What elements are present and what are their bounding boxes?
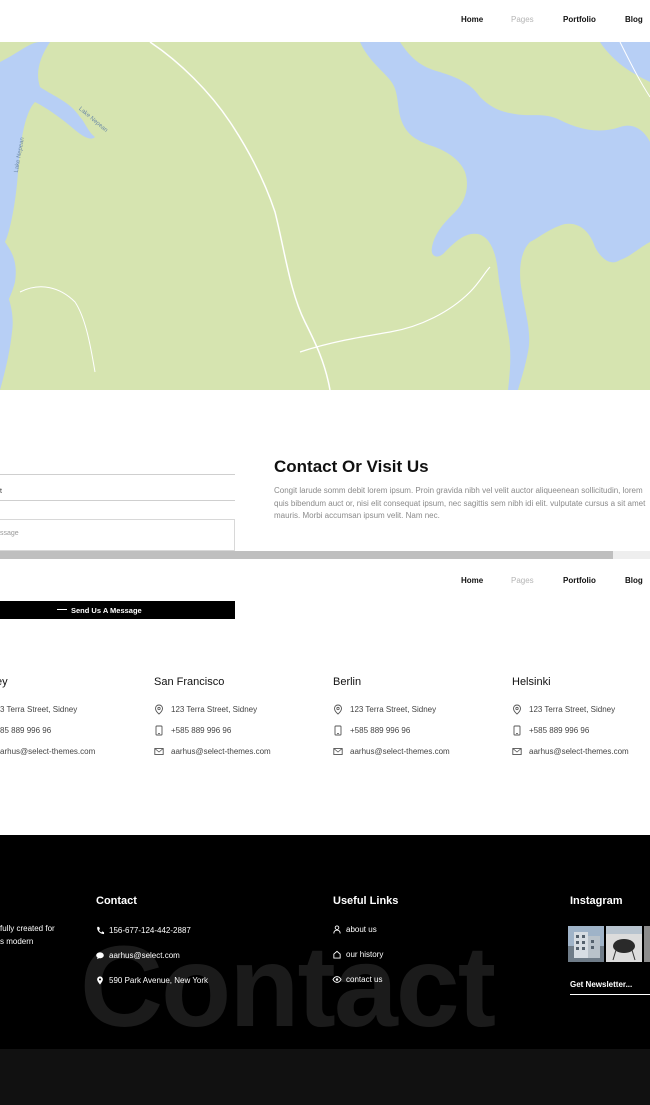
footer-contact-heading: Contact: [96, 895, 137, 907]
mail-icon: [154, 748, 164, 755]
office-email[interactable]: aarhus@select-themes.com: [350, 747, 450, 756]
location-pin-icon: [513, 704, 521, 715]
footer-address: 590 Park Avenue, New York: [109, 976, 209, 985]
message-textarea[interactable]: [0, 519, 235, 551]
send-message-button[interactable]: Send Us A Message: [0, 601, 235, 619]
office-address: 3 Terra Street, Sidney: [0, 705, 78, 714]
footer-link-contact[interactable]: contact us: [346, 975, 382, 984]
location-pin-icon: [155, 704, 163, 715]
instagram-photo-building[interactable]: [568, 926, 604, 962]
location-pin-icon: [334, 704, 342, 715]
office-san-francisco: San Francisco 123 Terra Street, Sidney +…: [154, 676, 324, 768]
subject-field-value[interactable]: t: [0, 488, 2, 495]
newsletter-input[interactable]: Get Newsletter...: [570, 980, 632, 989]
horizontal-scrollbar[interactable]: [0, 551, 650, 559]
office-city: San Francisco: [154, 676, 225, 688]
footer: Contact fully created for s modern Conta…: [0, 835, 650, 1105]
mail-icon: [512, 748, 522, 755]
office-address: 123 Terra Street, Sidney: [529, 705, 616, 714]
location-pin-icon: [97, 976, 103, 985]
phone-icon: [513, 725, 521, 736]
form-field-underline[interactable]: [0, 474, 235, 475]
send-message-label: Send Us A Message: [71, 605, 142, 615]
subject-field-underline[interactable]: [0, 500, 235, 501]
footer-link-history[interactable]: our history: [346, 950, 383, 959]
footer-instagram-heading: Instagram: [570, 895, 623, 907]
footer-links-heading: Useful Links: [333, 895, 399, 907]
office-address: 123 Terra Street, Sidney: [350, 705, 437, 714]
map-graphic: [0, 42, 650, 390]
nav-portfolio[interactable]: Portfolio: [563, 15, 596, 24]
office-phone: +585 889 996 96: [529, 726, 590, 735]
footer-email[interactable]: aarhus@select.com: [109, 951, 180, 960]
office-address: 123 Terra Street, Sidney: [171, 705, 258, 714]
chat-icon: [96, 952, 104, 960]
footer-phone[interactable]: 156-677-124-442-2887: [109, 926, 191, 935]
office-berlin: Berlin 123 Terra Street, Sidney +585 889…: [333, 676, 503, 768]
home-icon: [333, 950, 341, 959]
office-helsinki: Helsinki 123 Terra Street, Sidney +585 8…: [512, 676, 650, 768]
phone-icon: [155, 725, 163, 736]
office-sydney: ey 3 Terra Street, Sidney 85 889 996 96 …: [0, 676, 166, 768]
contact-description: Congit larude somm debit lorem ipsum. Pr…: [274, 486, 646, 520]
phone-icon: [334, 725, 342, 736]
sticky-nav-blog[interactable]: Blog: [625, 576, 643, 585]
office-city: Berlin: [333, 676, 362, 688]
footer-link-about[interactable]: about us: [346, 925, 377, 934]
sticky-nav-pages[interactable]: Pages: [511, 576, 534, 585]
instagram-photo-partial[interactable]: [644, 926, 650, 962]
office-phone: 85 889 996 96: [0, 726, 52, 735]
nav-pages[interactable]: Pages: [511, 15, 534, 24]
sticky-nav-portfolio[interactable]: Portfolio: [563, 576, 596, 585]
office-phone: +585 889 996 96: [171, 726, 232, 735]
top-navigation: Home Pages Portfolio Blog: [0, 0, 650, 42]
office-phone: +585 889 996 96: [350, 726, 411, 735]
location-map[interactable]: Lake Nepean Lake Nepean: [0, 42, 650, 390]
nav-blog[interactable]: Blog: [625, 15, 643, 24]
sticky-nav-home[interactable]: Home: [461, 576, 483, 585]
footer-bottom-bar: [0, 1049, 650, 1105]
mail-icon: [333, 748, 343, 755]
office-email[interactable]: aarhus@select-themes.com: [171, 747, 271, 756]
user-icon: [333, 925, 341, 934]
office-email[interactable]: arhus@select-themes.com: [0, 747, 95, 756]
footer-watermark: Contact: [80, 923, 496, 1051]
office-city: ey: [0, 676, 8, 688]
scrollbar-thumb[interactable]: [0, 551, 613, 559]
phone-icon: [97, 926, 105, 935]
footer-about-line-1: fully created for: [0, 924, 55, 933]
sticky-navigation: Home Pages Portfolio Blog: [0, 559, 650, 601]
contact-title: Contact Or Visit Us: [274, 457, 429, 476]
eye-icon: [332, 976, 342, 983]
newsletter-underline: [570, 994, 650, 995]
office-email[interactable]: aarhus@select-themes.com: [529, 747, 629, 756]
office-city: Helsinki: [512, 676, 551, 688]
nav-home[interactable]: Home: [461, 15, 483, 24]
footer-about-line-2: s modern: [0, 937, 34, 946]
message-placeholder: ssage: [0, 530, 19, 537]
instagram-photo-chair[interactable]: [606, 926, 642, 962]
